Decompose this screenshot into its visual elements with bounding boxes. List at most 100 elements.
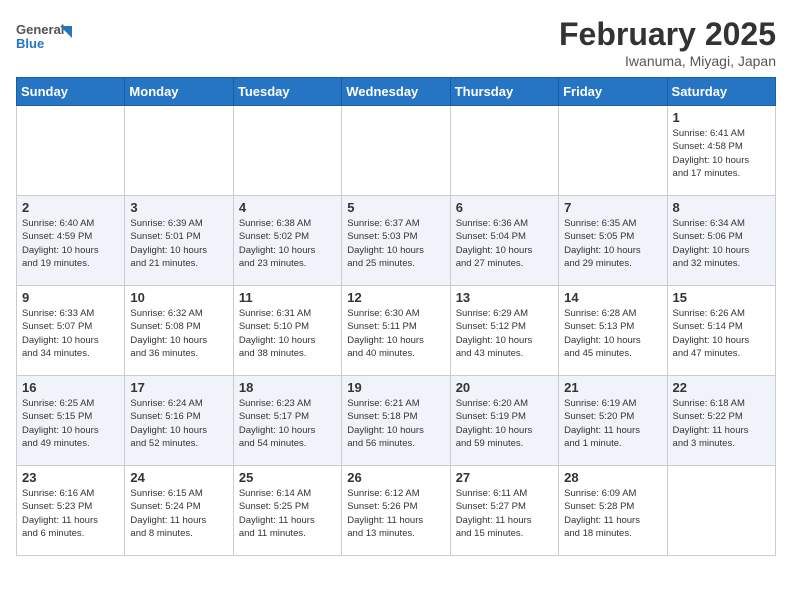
calendar-cell: 22Sunrise: 6:18 AM Sunset: 5:22 PM Dayli… [667,376,775,466]
calendar-cell: 25 Sunrise: 6:14 AM Sunset: 5:25 PM Dayli… [233,466,341,556]
day-info: Sunrise: 6:39 AM Sunset: 5:01 PM Dayligh… [130,217,227,270]
month-title: February 2025 [559,16,776,53]
calendar-cell: 21Sunrise: 6:19 AM Sunset: 5:20 PM Dayli… [559,376,667,466]
calendar-header-row: SundayMondayTuesdayWednesdayThursdayFrid… [17,78,776,106]
calendar-week-row: 16 Sunrise: 6:25 AM Sunset: 5:15 PM Dayli… [17,376,776,466]
day-number: 20 [456,380,553,395]
day-number: 23 [22,470,119,485]
day-info: Sunrise: 6:30 AM Sunset: 5:11 PM Dayligh… [347,307,444,360]
logo-icon: General Blue [16,16,72,56]
weekday-header: Saturday [667,78,775,106]
calendar-cell: 26 Sunrise: 6:12 AM Sunset: 5:26 PM Dayli… [342,466,450,556]
calendar-week-row: 23 Sunrise: 6:16 AM Sunset: 5:23 PM Dayli… [17,466,776,556]
svg-text:General: General [16,22,64,37]
calendar-cell [559,106,667,196]
calendar-cell: 11 Sunrise: 6:31 AM Sunset: 5:10 PM Dayli… [233,286,341,376]
weekday-header: Thursday [450,78,558,106]
day-info: Sunrise: 6:21 AM Sunset: 5:18 PM Dayligh… [347,397,444,450]
day-number: 10 [130,290,227,305]
calendar-cell: 28Sunrise: 6:09 AM Sunset: 5:28 PM Dayli… [559,466,667,556]
day-number: 3 [130,200,227,215]
day-number: 12 [347,290,444,305]
calendar-cell: 27 Sunrise: 6:11 AM Sunset: 5:27 PM Dayli… [450,466,558,556]
calendar-cell: 10Sunrise: 6:32 AM Sunset: 5:08 PM Dayli… [125,286,233,376]
calendar-cell: 5 Sunrise: 6:37 AM Sunset: 5:03 PM Daylig… [342,196,450,286]
day-info: Sunrise: 6:31 AM Sunset: 5:10 PM Dayligh… [239,307,336,360]
day-info: Sunrise: 6:23 AM Sunset: 5:17 PM Dayligh… [239,397,336,450]
day-info: Sunrise: 6:34 AM Sunset: 5:06 PM Dayligh… [673,217,770,270]
calendar-cell [17,106,125,196]
calendar-cell: 7Sunrise: 6:35 AM Sunset: 5:05 PM Daylig… [559,196,667,286]
calendar-cell [233,106,341,196]
day-info: Sunrise: 6:33 AM Sunset: 5:07 PM Dayligh… [22,307,119,360]
calendar-week-row: 2 Sunrise: 6:40 AM Sunset: 4:59 PM Daylig… [17,196,776,286]
title-block: February 2025 Iwanuma, Miyagi, Japan [559,16,776,69]
day-number: 18 [239,380,336,395]
calendar-cell: 23 Sunrise: 6:16 AM Sunset: 5:23 PM Dayli… [17,466,125,556]
day-info: Sunrise: 6:20 AM Sunset: 5:19 PM Dayligh… [456,397,553,450]
day-number: 11 [239,290,336,305]
day-info: Sunrise: 6:19 AM Sunset: 5:20 PM Dayligh… [564,397,661,450]
calendar-cell: 2 Sunrise: 6:40 AM Sunset: 4:59 PM Daylig… [17,196,125,286]
weekday-header: Wednesday [342,78,450,106]
day-info: Sunrise: 6:12 AM Sunset: 5:26 PM Dayligh… [347,487,444,540]
calendar-cell: 9 Sunrise: 6:33 AM Sunset: 5:07 PM Daylig… [17,286,125,376]
day-info: Sunrise: 6:35 AM Sunset: 5:05 PM Dayligh… [564,217,661,270]
day-number: 13 [456,290,553,305]
day-number: 4 [239,200,336,215]
day-number: 27 [456,470,553,485]
day-number: 2 [22,200,119,215]
day-info: Sunrise: 6:15 AM Sunset: 5:24 PM Dayligh… [130,487,227,540]
svg-text:Blue: Blue [16,36,44,51]
day-info: Sunrise: 6:28 AM Sunset: 5:13 PM Dayligh… [564,307,661,360]
page-header: General Blue February 2025 Iwanuma, Miya… [16,16,776,69]
calendar-week-row: 9 Sunrise: 6:33 AM Sunset: 5:07 PM Daylig… [17,286,776,376]
calendar-cell [450,106,558,196]
day-info: Sunrise: 6:38 AM Sunset: 5:02 PM Dayligh… [239,217,336,270]
calendar-cell: 24 Sunrise: 6:15 AM Sunset: 5:24 PM Dayli… [125,466,233,556]
calendar-cell: 12 Sunrise: 6:30 AM Sunset: 5:11 PM Dayli… [342,286,450,376]
calendar-cell: 15Sunrise: 6:26 AM Sunset: 5:14 PM Dayli… [667,286,775,376]
location: Iwanuma, Miyagi, Japan [559,53,776,69]
day-number: 1 [673,110,770,125]
calendar-cell: 4 Sunrise: 6:38 AM Sunset: 5:02 PM Daylig… [233,196,341,286]
calendar-cell: 17 Sunrise: 6:24 AM Sunset: 5:16 PM Dayli… [125,376,233,466]
day-number: 25 [239,470,336,485]
day-info: Sunrise: 6:14 AM Sunset: 5:25 PM Dayligh… [239,487,336,540]
day-info: Sunrise: 6:36 AM Sunset: 5:04 PM Dayligh… [456,217,553,270]
day-info: Sunrise: 6:24 AM Sunset: 5:16 PM Dayligh… [130,397,227,450]
calendar-cell: 1 Sunrise: 6:41 AM Sunset: 4:58 PM Daylig… [667,106,775,196]
weekday-header: Monday [125,78,233,106]
day-number: 24 [130,470,227,485]
day-number: 28 [564,470,661,485]
day-number: 22 [673,380,770,395]
day-number: 8 [673,200,770,215]
weekday-header: Sunday [17,78,125,106]
calendar-cell [125,106,233,196]
calendar-table: SundayMondayTuesdayWednesdayThursdayFrid… [16,77,776,556]
calendar-cell [667,466,775,556]
day-number: 16 [22,380,119,395]
logo: General Blue [16,16,72,61]
day-number: 9 [22,290,119,305]
calendar-cell [342,106,450,196]
calendar-cell: 19Sunrise: 6:21 AM Sunset: 5:18 PM Dayli… [342,376,450,466]
calendar-cell: 13Sunrise: 6:29 AM Sunset: 5:12 PM Dayli… [450,286,558,376]
day-number: 6 [456,200,553,215]
day-number: 5 [347,200,444,215]
day-info: Sunrise: 6:40 AM Sunset: 4:59 PM Dayligh… [22,217,119,270]
calendar-cell: 18 Sunrise: 6:23 AM Sunset: 5:17 PM Dayli… [233,376,341,466]
day-info: Sunrise: 6:37 AM Sunset: 5:03 PM Dayligh… [347,217,444,270]
calendar-week-row: 1 Sunrise: 6:41 AM Sunset: 4:58 PM Daylig… [17,106,776,196]
day-info: Sunrise: 6:41 AM Sunset: 4:58 PM Dayligh… [673,127,770,180]
day-info: Sunrise: 6:11 AM Sunset: 5:27 PM Dayligh… [456,487,553,540]
day-number: 14 [564,290,661,305]
day-number: 17 [130,380,227,395]
calendar-cell: 16 Sunrise: 6:25 AM Sunset: 5:15 PM Dayli… [17,376,125,466]
day-number: 15 [673,290,770,305]
day-number: 26 [347,470,444,485]
calendar-cell: 14 Sunrise: 6:28 AM Sunset: 5:13 PM Dayli… [559,286,667,376]
calendar-cell: 3 Sunrise: 6:39 AM Sunset: 5:01 PM Daylig… [125,196,233,286]
day-info: Sunrise: 6:25 AM Sunset: 5:15 PM Dayligh… [22,397,119,450]
day-info: Sunrise: 6:16 AM Sunset: 5:23 PM Dayligh… [22,487,119,540]
